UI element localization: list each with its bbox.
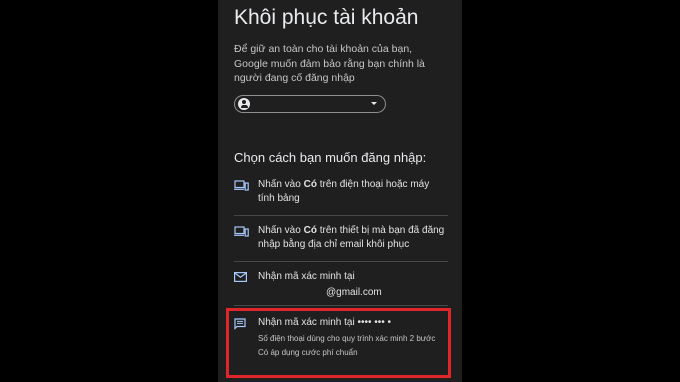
divider	[234, 261, 448, 262]
divider	[234, 305, 448, 306]
page-description: Để giữ an toàn cho tài khoản của bạn, Go…	[234, 43, 425, 84]
choose-method-heading: Chọn cách bạn muốn đăng nhập:	[234, 150, 427, 165]
option-label: Nhấn vào Có trên thiết bị mà bạn đã đăng…	[258, 225, 445, 250]
option-tap-yes-phone[interactable]: Nhấn vào Có trên điện thoại hoặc máy tín…	[234, 178, 448, 212]
option-label: Nhấn vào Có trên điện thoại hoặc máy tín…	[258, 179, 430, 204]
divider	[234, 215, 448, 216]
account-circle-icon	[238, 98, 250, 110]
email-address: @gmail.com	[326, 287, 382, 298]
page-title: Khôi phục tài khoản	[234, 6, 419, 29]
devices-icon	[234, 226, 249, 237]
option-tap-yes-recovery-device[interactable]: Nhấn vào Có trên thiết bị mà bạn đã đăng…	[234, 224, 448, 258]
option-label: Nhận mã xác minh tại	[258, 271, 355, 282]
highlight-box	[226, 308, 451, 378]
chevron-down-icon[interactable]	[371, 102, 377, 105]
account-chip[interactable]	[234, 95, 386, 113]
mail-icon	[234, 272, 247, 282]
devices-icon	[234, 180, 249, 191]
